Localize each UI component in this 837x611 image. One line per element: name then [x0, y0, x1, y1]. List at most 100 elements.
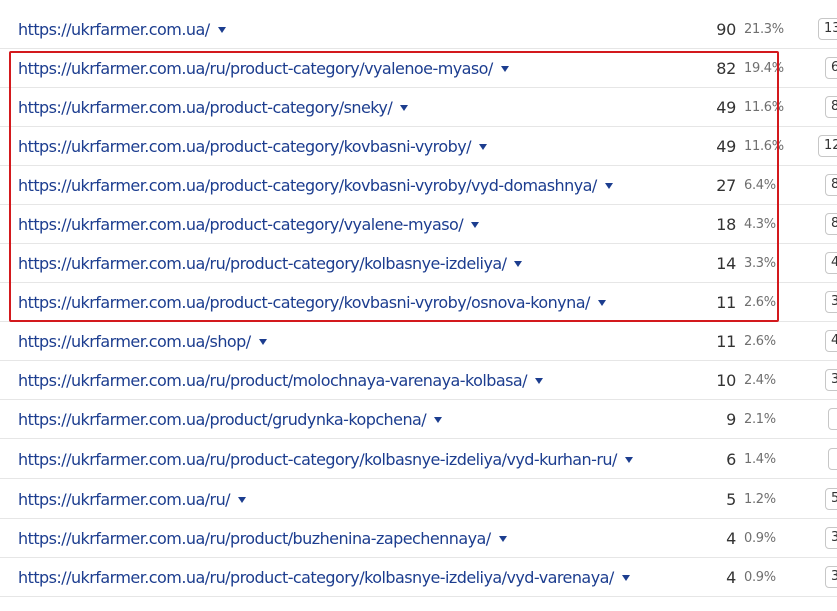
caret-down-icon[interactable]: [597, 299, 606, 306]
side-value-box[interactable]: 8: [825, 213, 837, 235]
url-cell: https://ukrfarmer.com.ua/ru/: [18, 480, 246, 519]
url-cell: https://ukrfarmer.com.ua/: [18, 10, 226, 49]
caret-down-icon[interactable]: [514, 260, 523, 267]
url-link[interactable]: https://ukrfarmer.com.ua/ru/: [18, 490, 231, 509]
url-link[interactable]: https://ukrfarmer.com.ua/ru/product/molo…: [18, 371, 528, 390]
caret-down-icon[interactable]: [400, 104, 409, 111]
url-link[interactable]: https://ukrfarmer.com.ua/: [18, 20, 210, 39]
table-row: https://ukrfarmer.com.ua/ru/product/molo…: [0, 361, 837, 400]
url-cell: https://ukrfarmer.com.ua/ru/product/buzh…: [18, 519, 507, 558]
url-cell: https://ukrfarmer.com.ua/ru/product-cate…: [18, 49, 509, 88]
row-divider: [0, 438, 837, 439]
caret-down-icon[interactable]: [238, 496, 246, 503]
url-link[interactable]: https://ukrfarmer.com.ua/product-categor…: [18, 176, 597, 195]
traffic-percent: 0.9%: [744, 570, 776, 585]
caret-down-icon[interactable]: [624, 456, 633, 463]
side-value-box[interactable]: 5: [825, 488, 837, 510]
side-value-box[interactable]: 8: [825, 174, 837, 196]
table-row: https://ukrfarmer.com.ua/ru/product-cate…: [0, 244, 837, 283]
url-cell: https://ukrfarmer.com.ua/ru/product-cate…: [18, 440, 633, 479]
side-value-box[interactable]: 3: [825, 291, 837, 313]
caret-down-icon[interactable]: [535, 377, 543, 384]
side-value-box[interactable]: 13: [818, 18, 837, 40]
url-link[interactable]: https://ukrfarmer.com.ua/ru/product-cate…: [18, 450, 617, 469]
url-link[interactable]: https://ukrfarmer.com.ua/product/grudynk…: [18, 410, 427, 429]
traffic-count: 14: [716, 254, 736, 273]
table-row: https://ukrfarmer.com.ua/product/grudynk…: [0, 400, 837, 439]
url-cell: https://ukrfarmer.com.ua/product-categor…: [18, 283, 606, 322]
side-value-box[interactable]: 3: [825, 566, 837, 588]
side-value-box[interactable]: 4: [825, 330, 837, 352]
table-row: https://ukrfarmer.com.ua/ru/product-cate…: [0, 440, 837, 479]
traffic-percent: 1.2%: [744, 492, 776, 507]
url-cell: https://ukrfarmer.com.ua/product-categor…: [18, 205, 480, 244]
traffic-count: 49: [716, 98, 736, 117]
traffic-count: 90: [716, 20, 736, 39]
traffic-count: 10: [716, 371, 736, 390]
traffic-count: 6: [726, 450, 736, 469]
table-row: https://ukrfarmer.com.ua/ 90 21.3% 13: [0, 10, 837, 49]
side-value-box[interactable]: 8: [825, 96, 837, 118]
table-row: https://ukrfarmer.com.ua/product-categor…: [0, 127, 837, 166]
traffic-percent: 11.6%: [744, 100, 784, 115]
url-cell: https://ukrfarmer.com.ua/ru/product/molo…: [18, 361, 543, 400]
table-row: https://ukrfarmer.com.ua/product-categor…: [0, 205, 837, 244]
table-row: https://ukrfarmer.com.ua/product-categor…: [0, 283, 837, 322]
url-link[interactable]: https://ukrfarmer.com.ua/ru/product/buzh…: [18, 529, 491, 548]
caret-down-icon[interactable]: [478, 143, 487, 150]
url-link[interactable]: https://ukrfarmer.com.ua/shop/: [18, 332, 251, 351]
traffic-percent: 2.1%: [744, 412, 776, 427]
url-link[interactable]: https://ukrfarmer.com.ua/product-categor…: [18, 215, 464, 234]
caret-down-icon[interactable]: [498, 535, 507, 542]
side-value-box[interactable]: 3: [825, 369, 837, 391]
url-link[interactable]: https://ukrfarmer.com.ua/product-categor…: [18, 98, 393, 117]
side-value-box[interactable]: 6: [825, 57, 837, 79]
traffic-percent: 2.6%: [744, 295, 776, 310]
url-link[interactable]: https://ukrfarmer.com.ua/ru/product-cate…: [18, 59, 493, 78]
url-cell: https://ukrfarmer.com.ua/product/grudynk…: [18, 400, 443, 439]
caret-down-icon[interactable]: [258, 338, 267, 345]
traffic-count: 82: [716, 59, 736, 78]
table-row: https://ukrfarmer.com.ua/ru/ 5 1.2% 5: [0, 480, 837, 519]
side-value-box[interactable]: 12: [818, 135, 837, 157]
url-cell: https://ukrfarmer.com.ua/product-categor…: [18, 127, 487, 166]
traffic-count: 18: [716, 215, 736, 234]
traffic-count: 11: [716, 293, 736, 312]
side-value-box[interactable]: 4: [825, 252, 837, 274]
row-divider: [0, 478, 837, 479]
caret-down-icon[interactable]: [434, 416, 443, 423]
url-cell: https://ukrfarmer.com.ua/product-categor…: [18, 166, 613, 205]
traffic-percent: 0.9%: [744, 531, 776, 546]
traffic-count: 11: [716, 332, 736, 351]
traffic-percent: 19.4%: [744, 61, 784, 76]
caret-down-icon[interactable]: [604, 182, 613, 189]
side-value-box[interactable]: 3: [825, 527, 837, 549]
url-cell: https://ukrfarmer.com.ua/ru/product-cate…: [18, 244, 523, 283]
side-value-box[interactable]: [828, 408, 837, 430]
row-divider: [0, 596, 837, 597]
traffic-percent: 6.4%: [744, 178, 776, 193]
traffic-count: 4: [726, 529, 736, 548]
table-row: https://ukrfarmer.com.ua/product-categor…: [0, 88, 837, 127]
traffic-percent: 21.3%: [744, 22, 784, 37]
traffic-percent: 2.4%: [744, 373, 776, 388]
traffic-count: 27: [716, 176, 736, 195]
url-link[interactable]: https://ukrfarmer.com.ua/ru/product-cate…: [18, 254, 507, 273]
traffic-percent: 4.3%: [744, 217, 776, 232]
caret-down-icon[interactable]: [500, 65, 509, 72]
traffic-count: 9: [726, 410, 736, 429]
traffic-percent: 2.6%: [744, 334, 776, 349]
side-value-box[interactable]: [828, 448, 837, 470]
caret-down-icon[interactable]: [471, 221, 480, 228]
url-cell: https://ukrfarmer.com.ua/ru/product-cate…: [18, 558, 630, 597]
table-row: https://ukrfarmer.com.ua/ru/product/buzh…: [0, 519, 837, 558]
traffic-percent: 11.6%: [744, 139, 784, 154]
url-link[interactable]: https://ukrfarmer.com.ua/ru/product-cate…: [18, 568, 614, 587]
table-row: https://ukrfarmer.com.ua/ru/product-cate…: [0, 558, 837, 597]
caret-down-icon[interactable]: [621, 574, 630, 581]
table-row: https://ukrfarmer.com.ua/shop/ 11 2.6% 4: [0, 322, 837, 361]
url-link[interactable]: https://ukrfarmer.com.ua/product-categor…: [18, 293, 590, 312]
caret-down-icon[interactable]: [217, 26, 226, 33]
url-link[interactable]: https://ukrfarmer.com.ua/product-categor…: [18, 137, 472, 156]
url-cell: https://ukrfarmer.com.ua/shop/: [18, 322, 267, 361]
